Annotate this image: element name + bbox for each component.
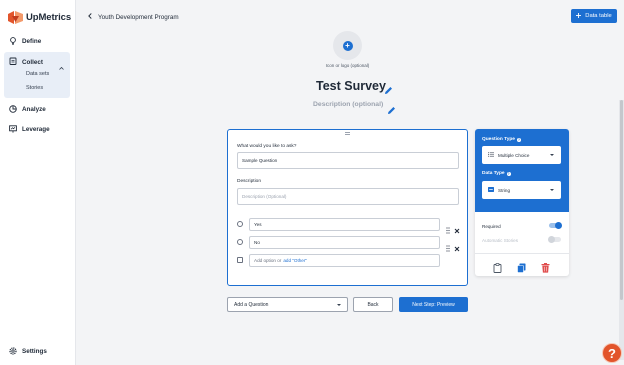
survey-description[interactable]: Description (optional) — [313, 101, 383, 108]
chart-pie-icon — [9, 105, 17, 113]
question-type-select[interactable]: Multiple Choice — [482, 146, 561, 164]
automatic-stories-label: Automatic Stories — [482, 238, 518, 243]
trash-icon[interactable] — [541, 260, 550, 273]
sidebar-item-label: Define — [22, 37, 42, 45]
data-type-value: String — [498, 187, 511, 193]
drag-handle-icon[interactable] — [446, 239, 450, 252]
add-option-checkbox — [237, 257, 243, 263]
toggle-knob — [548, 235, 555, 243]
back-link[interactable]: Youth Development Program — [88, 13, 179, 21]
info-icon[interactable]: ? — [506, 171, 511, 176]
help-button[interactable]: ? — [602, 343, 622, 363]
chevron-down-icon — [337, 304, 341, 306]
program-name: Youth Development Program — [98, 13, 179, 21]
back-button[interactable]: Back — [353, 297, 393, 312]
question-prompt-label: What would you like to ask? — [237, 144, 297, 149]
option-radio[interactable] — [237, 239, 243, 245]
app-logo[interactable]: UpMetrics — [8, 11, 71, 24]
sidebar-item-label: Analyze — [22, 105, 46, 113]
option-row: No — [237, 236, 460, 252]
next-step-preview-button[interactable]: Next Step: Preview — [399, 297, 468, 312]
option-label: No — [254, 240, 260, 245]
sidebar-item-define[interactable]: Define — [9, 37, 41, 45]
drag-handle-icon[interactable] — [446, 221, 450, 234]
edit-title-pencil-icon[interactable] — [384, 82, 393, 94]
upmetrics-logo-icon — [8, 11, 23, 24]
question-settings-panel: Question Type ? Multiple Choice Data Typ… — [475, 129, 569, 276]
list-icon — [488, 152, 494, 158]
edit-description-pencil-icon[interactable] — [387, 102, 396, 114]
question-description-label: Description — [237, 179, 261, 184]
chevron-left-icon — [88, 13, 92, 21]
data-type-label-text: Data Type — [482, 171, 505, 176]
clipboard-icon[interactable] — [493, 260, 502, 273]
scrollbar-thumb[interactable] — [620, 100, 623, 300]
sidebar-item-leverage[interactable]: Leverage — [9, 125, 50, 133]
copy-icon[interactable] — [517, 260, 526, 273]
option-radio[interactable] — [237, 221, 243, 227]
toggle-knob — [555, 221, 562, 229]
required-toggle[interactable] — [549, 221, 562, 229]
brand-name: UpMetrics — [26, 12, 72, 23]
sidebar-item-settings[interactable]: Settings — [9, 347, 47, 355]
sidebar-item-analyze[interactable]: Analyze — [9, 105, 46, 113]
add-other-link[interactable]: add "Other" — [283, 258, 307, 263]
remove-option-icon[interactable] — [454, 221, 460, 234]
question-card[interactable]: What would you like to ask? Sample Quest… — [227, 129, 468, 286]
panel-divider — [475, 253, 569, 254]
question-description-input[interactable]: Description (Optional) — [237, 188, 459, 205]
add-question-label: Add a Question — [234, 301, 269, 308]
plus-icon — [576, 12, 582, 20]
sidebar-item-collect[interactable]: Collect — [9, 57, 43, 67]
question-type-label-text: Question Type — [482, 137, 515, 142]
sidebar-item-label: Leverage — [22, 125, 50, 133]
chevron-down-icon — [550, 154, 554, 156]
sidebar-subitem-data-sets[interactable]: Data sets — [26, 71, 49, 77]
presentation-icon — [9, 125, 17, 133]
sidebar-item-label: Collect — [22, 58, 43, 66]
sidebar-subitem-stories[interactable]: Stories — [26, 85, 43, 91]
chevron-down-icon — [550, 189, 554, 191]
sidebar-item-label: Settings — [22, 347, 47, 355]
add-option-input[interactable]: Add option or add "Other" — [249, 254, 440, 267]
add-option-row: Add option or add "Other" — [237, 254, 459, 267]
question-prompt-input[interactable]: Sample Question — [237, 152, 459, 169]
question-type-label: Question Type ? — [482, 137, 521, 142]
plus-icon: + — [342, 40, 353, 51]
remove-option-icon[interactable] — [454, 239, 460, 252]
required-label: Required — [482, 224, 501, 229]
question-settings-header: Question Type ? Multiple Choice Data Typ… — [475, 129, 569, 212]
sidebar-group-collect: Collect Data sets Stories — [4, 52, 70, 98]
gear-icon — [9, 347, 17, 355]
survey-title: Test Survey — [316, 79, 386, 93]
automatic-stories-toggle[interactable] — [548, 235, 561, 243]
option-row: Yes — [237, 218, 460, 234]
question-type-value: Multiple Choice — [498, 152, 530, 158]
data-type-select[interactable]: String — [482, 181, 561, 199]
lightbulb-icon — [9, 37, 17, 45]
data-table-button[interactable]: Data table — [571, 9, 617, 23]
string-type-icon — [488, 187, 494, 193]
option-label: Yes — [254, 222, 262, 227]
data-type-label: Data Type ? — [482, 171, 511, 176]
drag-handle-icon[interactable] — [345, 132, 350, 135]
automatic-stories-toggle-row: Automatic Stories — [482, 235, 562, 243]
required-toggle-row: Required — [482, 221, 562, 229]
chevron-up-icon[interactable] — [59, 58, 64, 70]
data-table-label: Data table — [585, 13, 612, 19]
sidebar: UpMetrics Define Collect Data sets Stori… — [0, 0, 76, 365]
logo-caption: Icon or logo (optional) — [325, 63, 370, 68]
survey-logo-upload[interactable]: + — [333, 31, 362, 60]
add-question-select[interactable]: Add a Question — [227, 297, 348, 312]
info-icon[interactable]: ? — [516, 137, 521, 142]
clipboard-icon — [9, 57, 17, 67]
add-option-text: Add option or — [254, 258, 282, 263]
option-input[interactable]: Yes — [249, 218, 440, 231]
option-input[interactable]: No — [249, 236, 440, 249]
